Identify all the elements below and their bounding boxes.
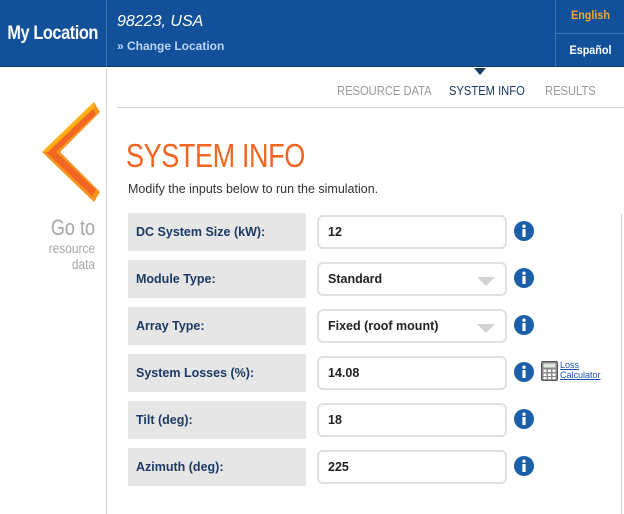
top-header: My Location 98223, USA » Change Location… [0,0,624,67]
language-english-link[interactable]: English [559,8,621,22]
step-tabs: RESOURCE DATA SYSTEM INFO RESULTS [118,68,624,108]
tab-resource-data[interactable]: RESOURCE DATA [337,83,432,98]
tab-system-info[interactable]: SYSTEM INFO [449,83,525,98]
chevron-down-icon [477,277,495,286]
loss-calculator-line-2: Calculator [560,370,601,380]
array-type-label: Array Type: [128,307,306,345]
data-label: data [71,256,95,272]
loss-calculator-text: Loss Calculator [560,360,601,380]
back-arrow-icon[interactable] [38,102,100,202]
info-icon[interactable] [514,409,534,429]
page-subtitle: Modify the inputs below to run the simul… [128,182,379,196]
change-location-link[interactable]: » Change Location [117,39,224,53]
module-type-value: Standard [328,272,383,286]
info-icon[interactable] [514,456,534,476]
loss-calculator-link[interactable]: Loss Calculator [541,359,603,383]
array-type-value: Fixed (roof mount) [328,319,439,333]
tab-results[interactable]: RESULTS [545,83,596,98]
tilt-label: Tilt (deg): [128,401,306,439]
azimuth-input[interactable]: 225 [317,450,507,484]
resource-label: resource [48,240,95,256]
loss-calculator-line-1: Loss [560,360,580,370]
language-switcher: English Español [555,0,624,67]
calculator-icon [541,361,558,381]
info-icon[interactable] [514,315,534,335]
my-location-brand: My Location [0,0,107,67]
dc-system-size-label: DC System Size (kW): [128,213,306,251]
info-icon[interactable] [514,268,534,288]
azimuth-label: Azimuth (deg): [128,448,306,486]
page-title: SYSTEM INFO [126,137,305,174]
go-to-resource-data-link[interactable]: Go to resource data [0,215,95,272]
module-type-label: Module Type: [128,260,306,298]
tilt-input[interactable]: 18 [317,403,507,437]
language-spanish-link[interactable]: Español [559,43,621,57]
system-losses-input[interactable]: 14.08 [317,356,507,390]
module-type-select[interactable]: Standard [317,262,507,296]
system-losses-label: System Losses (%): [128,354,306,392]
go-to-label: Go to [50,215,95,240]
array-type-select[interactable]: Fixed (roof mount) [317,309,507,343]
left-back-panel: Go to resource data [0,68,107,514]
brand-title: My Location [7,22,99,44]
current-location: 98223, USA [117,13,204,30]
chevron-down-icon [477,324,495,333]
language-divider [556,33,624,34]
info-icon[interactable] [514,362,534,382]
content-right-divider [621,214,622,514]
info-icon[interactable] [514,221,534,241]
dc-system-size-input[interactable]: 12 [317,215,507,249]
